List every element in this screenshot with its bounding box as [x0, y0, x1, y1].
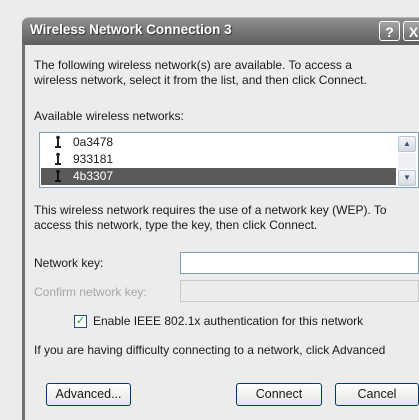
scroll-down-button[interactable]: ▼	[398, 170, 416, 186]
network-list[interactable]: 0a3478 933181 4b3307 ▲ ▼	[39, 132, 419, 188]
confirm-key-label: Confirm network key:	[34, 285, 147, 299]
wep-line-1: This wireless network requires the use o…	[34, 203, 387, 217]
arrow-up-icon: ▲	[403, 139, 411, 148]
arrow-down-icon: ▼	[403, 173, 411, 182]
network-name: 4b3307	[73, 169, 114, 183]
dialog-title: Wireless Network Connection 3	[30, 22, 232, 37]
network-key-label: Network key:	[34, 256, 104, 270]
wep-line-2: access this network, type the key, then …	[34, 218, 318, 232]
close-button[interactable]: X	[403, 21, 419, 41]
antenna-icon	[55, 169, 61, 182]
antenna-icon	[55, 135, 61, 148]
window-frame	[22, 44, 25, 420]
scroll-up-button[interactable]: ▲	[398, 136, 416, 152]
network-name: 0a3478	[73, 135, 114, 149]
intro-text: The following wireless network(s) are av…	[34, 58, 367, 88]
title-bar[interactable]: Wireless Network Connection 3 ? X	[22, 17, 419, 45]
networks-label: Available wireless networks:	[34, 109, 184, 123]
confirm-key-input[interactable]	[180, 280, 419, 302]
list-item-selected[interactable]: 4b3307	[41, 168, 396, 185]
dialog-window: Wireless Network Connection 3 ? X The fo…	[0, 0, 419, 420]
checkmark-icon: ✓	[75, 315, 86, 327]
scrollbar-track[interactable]	[398, 153, 416, 169]
antenna-icon	[55, 152, 61, 165]
cancel-button[interactable]: Cancel	[335, 383, 419, 406]
intro-line-1: The following wireless network(s) are av…	[34, 58, 352, 72]
intro-line-2: wireless network, select it from the lis…	[34, 73, 367, 87]
trouble-text: If you are having difficulty connecting …	[34, 343, 386, 357]
list-item[interactable]: 0a3478	[41, 134, 396, 151]
network-key-input[interactable]	[180, 252, 419, 274]
network-name: 933181	[73, 152, 114, 166]
help-button[interactable]: ?	[379, 21, 400, 41]
list-item[interactable]: 933181	[41, 151, 396, 168]
wep-note: This wireless network requires the use o…	[34, 203, 387, 233]
ieee-checkbox[interactable]: ✓	[74, 315, 87, 328]
connect-button[interactable]: Connect	[236, 383, 322, 406]
advanced-button[interactable]: Advanced...	[46, 383, 131, 406]
ieee-label[interactable]: Enable IEEE 802.1x authentication for th…	[93, 314, 363, 328]
